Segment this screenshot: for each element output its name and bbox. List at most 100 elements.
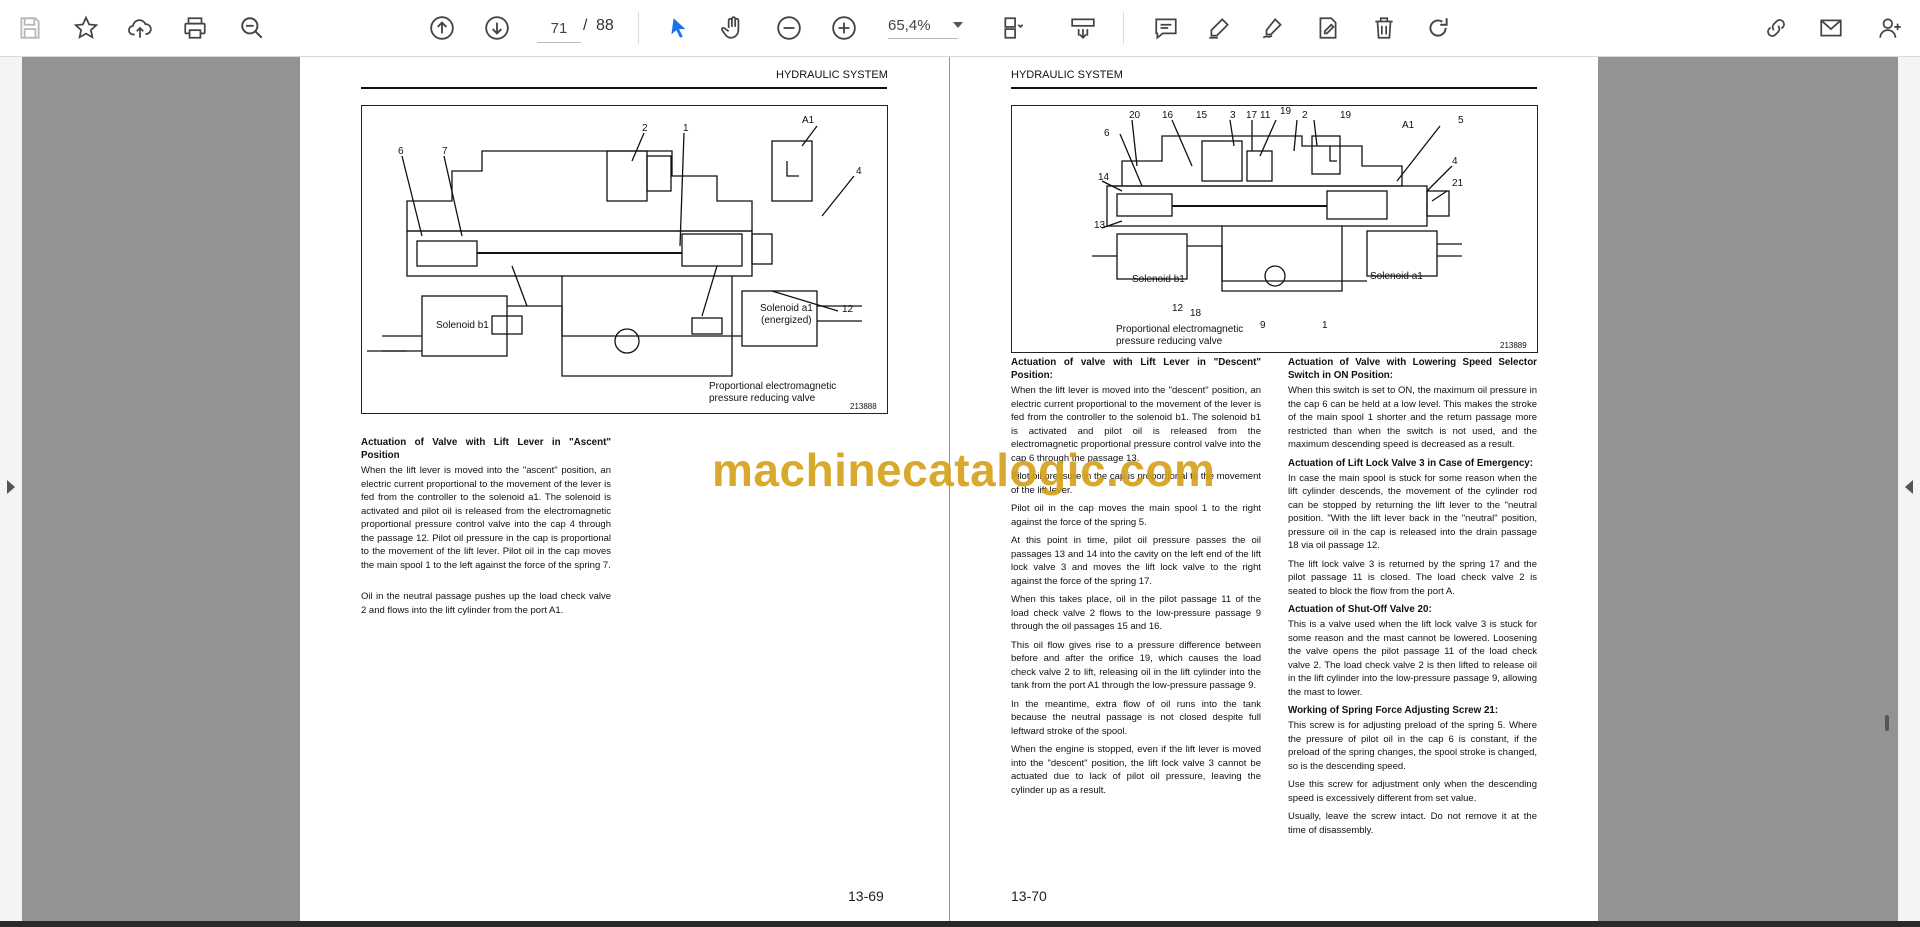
right-text-column-1: Actuation of valve with Lift Lever in "D… bbox=[1011, 356, 1261, 802]
fill-sign-icon[interactable] bbox=[1312, 12, 1344, 44]
svg-text:14: 14 bbox=[1098, 172, 1110, 183]
delete-trash-icon[interactable] bbox=[1368, 12, 1400, 44]
next-page-icon[interactable] bbox=[481, 12, 513, 44]
svg-text:4: 4 bbox=[856, 166, 862, 177]
svg-text:Solenoid b1: Solenoid b1 bbox=[1132, 274, 1185, 285]
header-rule bbox=[361, 87, 887, 89]
draw-freehand-icon[interactable] bbox=[1257, 12, 1289, 44]
svg-text:2: 2 bbox=[642, 123, 648, 134]
svg-text:16: 16 bbox=[1162, 110, 1174, 121]
section-heading: Actuation of valve with Lift Lever in "D… bbox=[1011, 357, 1261, 381]
paragraph: When this takes place, oil in the pilot … bbox=[1011, 594, 1261, 632]
svg-text:6: 6 bbox=[398, 146, 404, 157]
svg-text:12: 12 bbox=[842, 304, 854, 315]
paragraph: Pilot oil in the cap moves the main spoo… bbox=[1011, 503, 1261, 528]
page-number-right: 13-70 bbox=[1011, 888, 1047, 904]
paragraph: This screw is for adjusting preload of t… bbox=[1288, 720, 1537, 772]
paragraph: At this point in time, pilot oil pressur… bbox=[1011, 535, 1261, 587]
page-number-left: 13-69 bbox=[848, 888, 884, 904]
email-envelope-icon[interactable] bbox=[1815, 12, 1847, 44]
svg-text:pressure reducing valve: pressure reducing valve bbox=[1116, 336, 1223, 347]
figure-213889: 20 16 15 3 17 11 19 2 19 A1 5 6 4 21 14 … bbox=[1011, 105, 1538, 353]
page-fit-icon[interactable] bbox=[998, 12, 1030, 44]
zoom-out-icon[interactable] bbox=[773, 12, 805, 44]
svg-text:15: 15 bbox=[1196, 110, 1208, 121]
svg-text:19: 19 bbox=[1340, 110, 1352, 121]
svg-text:1: 1 bbox=[683, 123, 689, 134]
highlight-pen-icon[interactable] bbox=[1203, 12, 1235, 44]
paragraph: In case the main spool is stuck for some… bbox=[1288, 472, 1537, 552]
bookmark-star-icon[interactable] bbox=[70, 12, 102, 44]
zoom-in-icon[interactable] bbox=[828, 12, 860, 44]
redo-rotate-icon[interactable] bbox=[1422, 12, 1454, 44]
zoom-out-search-icon[interactable] bbox=[236, 12, 268, 44]
svg-text:pressure reducing valve: pressure reducing valve bbox=[709, 393, 816, 404]
svg-text:213888: 213888 bbox=[850, 402, 877, 411]
section-heading: Working of Spring Force Adjusting Screw … bbox=[1288, 705, 1499, 716]
paragraph: This oil flow gives rise to a pressure d… bbox=[1011, 639, 1261, 692]
svg-text:A1: A1 bbox=[1402, 120, 1415, 131]
cloud-upload-icon[interactable] bbox=[124, 12, 156, 44]
paragraph: In the meantime, extra flow of oil runs … bbox=[1011, 698, 1261, 737]
right-text-column-2: Actuation of Valve with Lowering Speed S… bbox=[1288, 356, 1537, 842]
page-total: 88 bbox=[596, 17, 614, 34]
running-head-right: HYDRAULIC SYSTEM bbox=[1011, 69, 1123, 81]
svg-text:21: 21 bbox=[1452, 178, 1464, 189]
svg-text:2: 2 bbox=[1302, 110, 1308, 121]
figure-213888: 1 2 A1 4 6 7 12 Solenoid b1 Solenoid a1 … bbox=[361, 105, 888, 414]
svg-text:13: 13 bbox=[1094, 220, 1106, 231]
add-user-icon[interactable] bbox=[1874, 12, 1906, 44]
svg-text:20: 20 bbox=[1129, 110, 1141, 121]
page-number-input[interactable] bbox=[537, 14, 581, 43]
paragraph: Use this screw for adjustment only when … bbox=[1288, 779, 1537, 804]
select-cursor-icon[interactable] bbox=[663, 12, 695, 44]
svg-text:6: 6 bbox=[1104, 128, 1110, 139]
svg-text:A1: A1 bbox=[802, 115, 815, 126]
svg-text:18: 18 bbox=[1190, 308, 1202, 319]
print-icon[interactable] bbox=[179, 12, 211, 44]
section-heading: Actuation of Shut-Off Valve 20: bbox=[1288, 604, 1432, 615]
section-heading: Actuation of Lift Lock Valve 3 in Case o… bbox=[1288, 457, 1533, 469]
svg-text:17: 17 bbox=[1246, 110, 1258, 121]
svg-text:Solenoid a1: Solenoid a1 bbox=[1370, 271, 1423, 282]
svg-text:4: 4 bbox=[1452, 156, 1458, 167]
header-rule bbox=[1011, 87, 1537, 89]
paragraph: Usually, leave the screw intact. Do not … bbox=[1288, 811, 1537, 836]
svg-text:Solenoid a1: Solenoid a1 bbox=[760, 303, 813, 314]
svg-text:213889: 213889 bbox=[1500, 341, 1527, 350]
zoom-level[interactable]: 65,4% bbox=[888, 17, 958, 39]
zoom-dropdown-chevron-icon[interactable] bbox=[953, 22, 963, 28]
svg-text:9: 9 bbox=[1260, 320, 1266, 331]
page-separator: / bbox=[583, 17, 588, 34]
svg-text:1: 1 bbox=[1322, 320, 1328, 331]
paragraph: This is a valve used when the lift lock … bbox=[1288, 619, 1537, 698]
svg-text:(energized): (energized) bbox=[761, 315, 812, 326]
section-heading: Actuation of Valve with Lift Lever in "A… bbox=[361, 437, 611, 461]
running-head-left: HYDRAULIC SYSTEM bbox=[776, 69, 888, 81]
watermark: machinecatalogic.com bbox=[712, 444, 1216, 496]
edit-link-icon[interactable] bbox=[1760, 12, 1792, 44]
paragraph: When the lift lever is moved into the "a… bbox=[361, 465, 611, 571]
right-panel-toggle-icon[interactable] bbox=[1905, 480, 1913, 494]
svg-text:Solenoid b1: Solenoid b1 bbox=[436, 320, 489, 331]
paragraph: The lift lock valve 3 is returned by the… bbox=[1288, 558, 1537, 597]
scrollbar-thumb[interactable] bbox=[1885, 715, 1889, 731]
toolbar: / 88 65,4% bbox=[0, 0, 1920, 57]
left-text-column: Actuation of Valve with Lift Lever in "A… bbox=[361, 436, 611, 622]
taskbar-strip bbox=[0, 921, 1920, 927]
svg-text:Proportional electromagnetic: Proportional electromagnetic bbox=[1116, 324, 1243, 335]
comment-icon[interactable] bbox=[1150, 12, 1182, 44]
hand-pan-icon[interactable] bbox=[717, 12, 749, 44]
scroll-mode-icon[interactable] bbox=[1067, 12, 1099, 44]
svg-text:5: 5 bbox=[1458, 115, 1464, 126]
svg-text:3: 3 bbox=[1230, 110, 1236, 121]
left-panel-toggle-icon[interactable] bbox=[7, 480, 15, 494]
svg-text:Proportional electromagnetic: Proportional electromagnetic bbox=[709, 381, 836, 392]
previous-page-icon[interactable] bbox=[426, 12, 458, 44]
svg-text:19: 19 bbox=[1280, 106, 1292, 117]
section-heading: Actuation of Valve with Lowering Speed S… bbox=[1288, 357, 1537, 381]
svg-text:7: 7 bbox=[442, 146, 448, 157]
paragraph: When this switch is set to ON, the maxim… bbox=[1288, 385, 1537, 450]
paragraph: When the engine is stopped, even if the … bbox=[1011, 744, 1261, 796]
save-icon[interactable] bbox=[14, 12, 46, 44]
